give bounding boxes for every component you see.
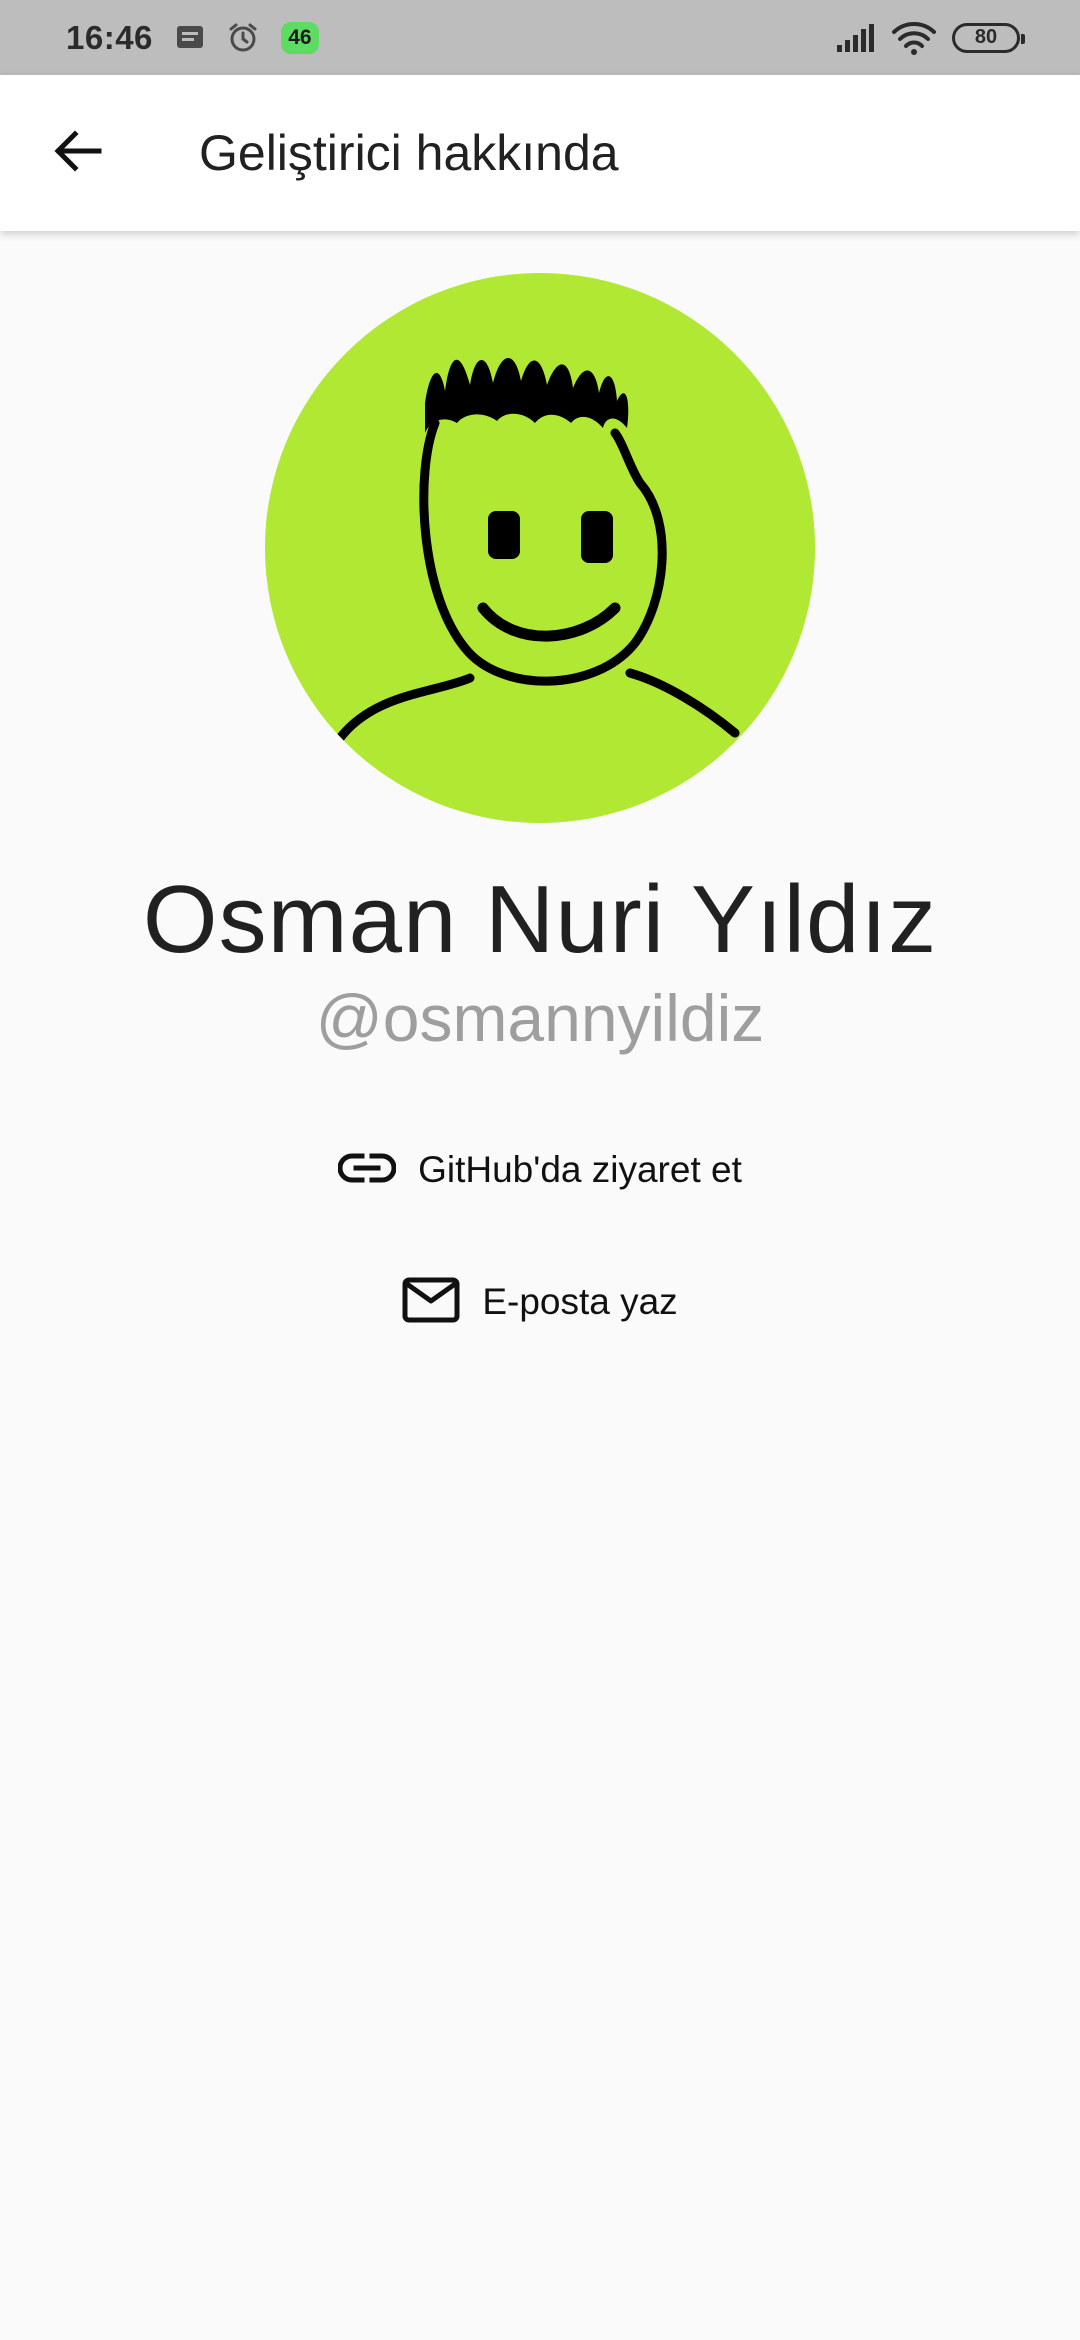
profile-handle: @osmannyildiz	[315, 981, 765, 1055]
github-label: GitHub'da ziyaret et	[418, 1149, 742, 1190]
alarm-icon	[227, 22, 259, 54]
status-bar: 16:46 46 80	[0, 0, 1080, 75]
link-icon	[337, 1151, 397, 1190]
status-left: 16:46 46	[66, 19, 319, 57]
email-label: E-posta yaz	[482, 1281, 678, 1322]
back-button[interactable]	[27, 103, 127, 203]
message-icon	[175, 24, 205, 52]
page-title: Geliştirici hakkında	[199, 125, 619, 181]
avatar-drawing	[265, 273, 815, 823]
profile-name: Osman Nuri Yıldız	[142, 866, 938, 973]
status-right: 80	[836, 21, 1025, 55]
app-bar: Geliştirici hakkında	[0, 75, 1080, 231]
avatar	[265, 273, 815, 823]
status-time: 16:46	[66, 18, 153, 56]
arrow-back-icon	[51, 125, 103, 182]
wifi-icon	[892, 21, 936, 55]
mail-icon	[402, 1277, 460, 1328]
github-button[interactable]: GitHub'da ziyaret et	[0, 1122, 1080, 1218]
notification-badge: 46	[280, 21, 319, 54]
signal-icon	[836, 23, 876, 53]
battery-icon: 80	[952, 22, 1025, 53]
email-button[interactable]: E-posta yaz	[0, 1254, 1080, 1350]
